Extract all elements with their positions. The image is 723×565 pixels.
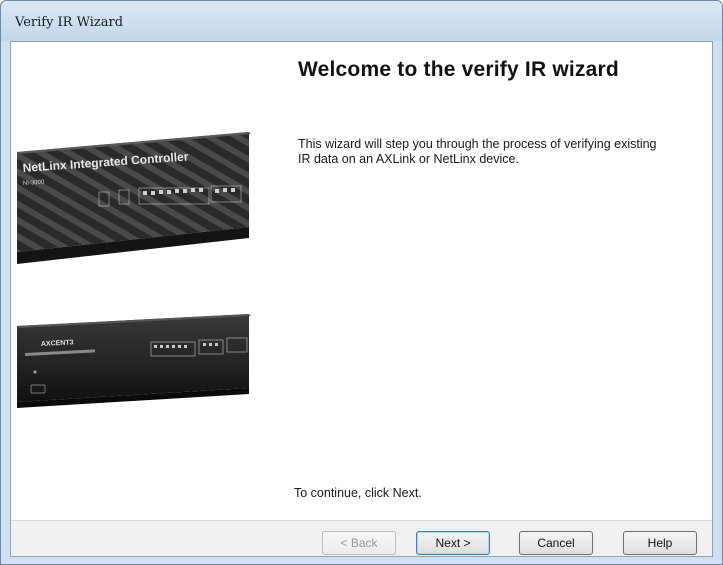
next-button[interactable]: Next > — [416, 531, 490, 555]
help-button[interactable]: Help — [623, 531, 697, 555]
title-bar[interactable]: Verify IR Wizard — [1, 1, 722, 41]
description-line-2: IR data on an AXLink or NetLinx device. — [298, 152, 519, 166]
wizard-window: Verify IR Wizard NetLinx Integrated Cont… — [0, 0, 723, 565]
window-title: Verify IR Wizard — [15, 15, 124, 30]
axcent-controller-image: AXCENT3 — [17, 314, 251, 408]
device-illustration: NetLinx Integrated Controller NI-3000 AX… — [11, 42, 277, 520]
wizard-heading: Welcome to the verify IR wizard — [298, 58, 619, 81]
wizard-content: NetLinx Integrated Controller NI-3000 AX… — [10, 41, 713, 557]
continue-hint: To continue, click Next. — [294, 486, 422, 500]
description-line-1: This wizard will step you through the pr… — [298, 137, 657, 151]
button-bar: < Back Next > Cancel Help — [11, 520, 712, 556]
wizard-description: This wizard will step you through the pr… — [298, 137, 698, 167]
back-button[interactable]: < Back — [322, 531, 396, 555]
netlinx-controller-image: NetLinx Integrated Controller NI-3000 — [17, 132, 251, 264]
cancel-button[interactable]: Cancel — [519, 531, 593, 555]
